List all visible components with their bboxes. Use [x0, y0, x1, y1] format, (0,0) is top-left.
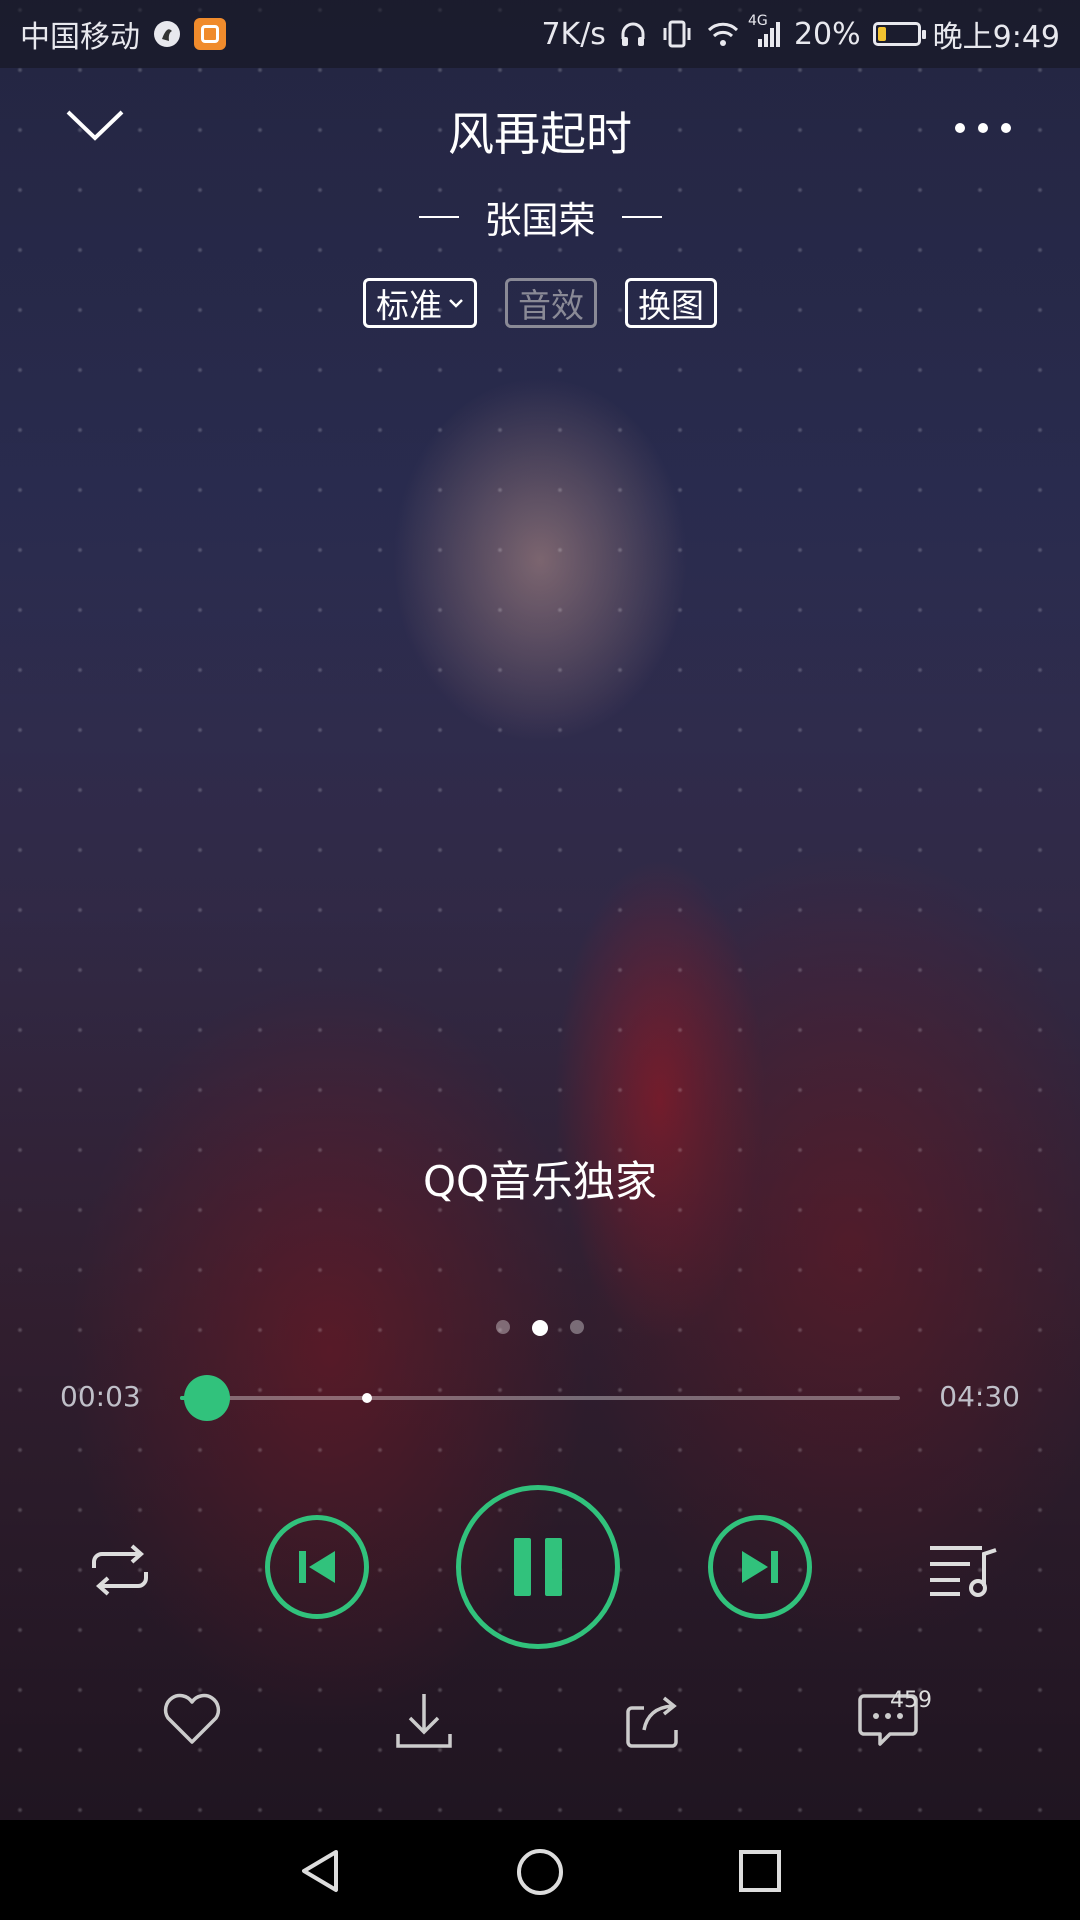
vibrate-icon: [663, 20, 691, 48]
comment-count: 459: [890, 1688, 932, 1713]
download-icon[interactable]: [392, 1690, 456, 1752]
app-notification-icon: [194, 18, 226, 50]
heart-icon[interactable]: [160, 1690, 224, 1748]
page-indicator: [0, 1320, 1080, 1336]
recents-icon[interactable]: [736, 1846, 784, 1896]
sound-effect-label: 音效: [518, 286, 584, 325]
option-chips: 标准 音效 换图: [0, 278, 1080, 328]
progress-bar[interactable]: [180, 1375, 900, 1421]
previous-button[interactable]: [265, 1515, 369, 1619]
back-icon[interactable]: [296, 1846, 344, 1896]
playlist-icon[interactable]: [926, 1538, 1000, 1602]
battery-icon: [872, 22, 926, 46]
next-button[interactable]: [708, 1515, 812, 1619]
previous-track-icon: [299, 1551, 335, 1583]
sound-effect-button[interactable]: 音效: [505, 278, 597, 328]
lyric-line[interactable]: QQ音乐独家: [0, 1148, 1080, 1209]
network-speed: 7K/s: [541, 16, 606, 52]
qq-notification-icon: [154, 21, 180, 47]
clock: 晚上9:49: [932, 20, 1060, 55]
change-image-button[interactable]: 换图: [625, 278, 717, 328]
next-track-icon: [742, 1551, 778, 1583]
progress-thumb[interactable]: [183, 1375, 230, 1421]
current-time: 00:03: [60, 1380, 141, 1413]
wifi-icon: [707, 22, 738, 46]
total-time: 04:30: [939, 1380, 1020, 1413]
quality-select[interactable]: 标准: [363, 278, 477, 328]
navigation-bar: [0, 1820, 1080, 1920]
quality-label: 标准: [376, 286, 442, 325]
page-dot: [496, 1320, 510, 1334]
share-icon[interactable]: [622, 1690, 686, 1750]
chevron-down-icon: [449, 299, 463, 308]
artist-row[interactable]: 张国荣: [0, 190, 1080, 244]
more-dots-icon[interactable]: [950, 108, 1016, 148]
song-title: 风再起时: [448, 107, 632, 161]
divider: [418, 216, 459, 218]
artist-name[interactable]: 张国荣: [485, 190, 596, 244]
cell-signal-icon: 4G: [748, 13, 782, 49]
page-dot: [570, 1320, 584, 1334]
carrier-name: 中国移动: [20, 20, 140, 55]
status-bar: 中国移动 7K/s 4G 20% 晚上9:49: [0, 0, 1080, 68]
headphones-icon: [621, 22, 645, 46]
change-image-label: 换图: [638, 286, 704, 325]
network-type: 4G: [747, 13, 768, 29]
pause-icon: [514, 1538, 562, 1596]
pause-button[interactable]: [456, 1485, 620, 1649]
battery-percent: 20%: [793, 16, 861, 52]
repeat-icon[interactable]: [84, 1540, 156, 1600]
page-dot: [532, 1320, 548, 1336]
home-icon[interactable]: [514, 1846, 566, 1898]
divider: [621, 216, 662, 218]
